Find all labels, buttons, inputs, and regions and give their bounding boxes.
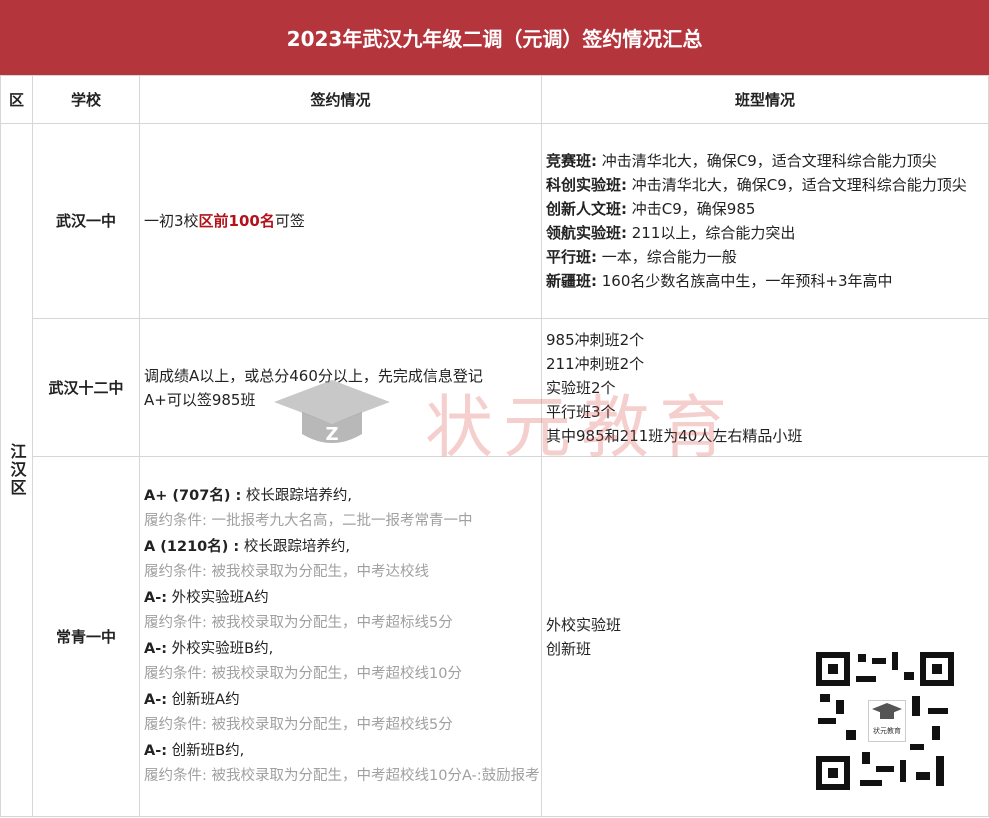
sign-head: A-: bbox=[144, 742, 168, 759]
sign-condition: 履约条件: 被我校录取为分配生，中考超校线10分A-:鼓励报考 bbox=[144, 768, 540, 784]
qr-logo: 状元教育 bbox=[868, 700, 906, 742]
list-item: 985冲刺班2个 bbox=[546, 330, 645, 349]
sign-cell: 调成绩A以上，或总分460分以上，先完成信息登记 A+可以签985班 bbox=[139, 318, 542, 457]
class-desc: 冲击清华北大，确保C9，适合文理科综合能力顶尖 bbox=[627, 176, 967, 194]
school-name: 武汉十二中 bbox=[32, 318, 140, 457]
qr-code: 状元教育 bbox=[812, 648, 958, 794]
page-title: 2023年武汉九年级二调（元调）签约情况汇总 bbox=[0, 0, 989, 75]
header-sign: 签约情况 bbox=[139, 75, 542, 124]
class-desc: 160名少数名族高中生，一年预科+3年高中 bbox=[597, 272, 893, 290]
sign-head: A-: bbox=[144, 589, 168, 606]
header-district: 区 bbox=[0, 75, 33, 124]
sign-text: 一初3校 bbox=[144, 212, 199, 230]
sign-text: 创新班B约, bbox=[167, 742, 245, 759]
list-item: 领航实验班: 211以上，综合能力突出 bbox=[546, 221, 988, 245]
sign-text: 校长跟踪培养约, bbox=[239, 538, 350, 555]
list-item: 竞赛班: 冲击清华北大，确保C9，适合文理科综合能力顶尖 bbox=[546, 149, 988, 173]
sign-line: A+可以签985班 bbox=[144, 390, 256, 409]
sign-text: 创新班A约 bbox=[167, 691, 240, 708]
class-desc: 一本，综合能力一般 bbox=[597, 248, 737, 266]
sign-condition: 履约条件: 一批报考九大名高，二批一报考常青一中 bbox=[144, 513, 473, 529]
sign-item: A (1210名) : 校长跟踪培养约, bbox=[144, 535, 541, 561]
class-desc: 211以上，综合能力突出 bbox=[627, 224, 796, 242]
list-item: 新疆班: 160名少数名族高中生，一年预科+3年高中 bbox=[546, 269, 988, 293]
sign-item: A-: 创新班A约 bbox=[144, 688, 541, 714]
school-name: 常青一中 bbox=[32, 456, 140, 817]
sign-condition: 履约条件: 被我校录取为分配生，中考超标线5分 bbox=[144, 615, 453, 631]
graduation-cap-icon bbox=[872, 703, 902, 719]
sign-text: 外校实验班A约 bbox=[167, 589, 269, 606]
class-name: 创新人文班: bbox=[546, 200, 627, 218]
class-name: 平行班: bbox=[546, 248, 597, 266]
sign-condition: 履约条件: 被我校录取为分配生，中考达校线 bbox=[144, 564, 429, 580]
sign-head: A-: bbox=[144, 691, 168, 708]
class-name: 新疆班: bbox=[546, 272, 597, 290]
class-name: 竞赛班: bbox=[546, 152, 597, 170]
class-desc: 冲击C9，确保985 bbox=[627, 200, 756, 218]
sign-head: A-: bbox=[144, 640, 168, 657]
list-item: 平行班: 一本，综合能力一般 bbox=[546, 245, 988, 269]
sign-head: A (1210名) : bbox=[144, 538, 240, 555]
class-desc: 冲击清华北大，确保C9，适合文理科综合能力顶尖 bbox=[597, 152, 937, 170]
qr-finder bbox=[920, 652, 954, 686]
table-row: 江汉区 武汉一中 一初3校区前100名可签 竞赛班: 冲击清华北大，确保C9，适… bbox=[0, 123, 989, 817]
school-name: 武汉一中 bbox=[32, 123, 140, 319]
sign-item: A-: 外校实验班B约, bbox=[144, 637, 541, 663]
qr-finder bbox=[816, 652, 850, 686]
list-item: 平行班3个 bbox=[546, 402, 616, 421]
sign-cell: A+ (707名) : 校长跟踪培养约, 履约条件: 一批报考九大名高，二批一报… bbox=[139, 456, 542, 817]
table-header-row: 区 学校 签约情况 班型情况 bbox=[0, 75, 989, 124]
header-class: 班型情况 bbox=[541, 75, 989, 124]
class-name: 科创实验班: bbox=[546, 176, 627, 194]
sign-condition: 履约条件: 被我校录取为分配生，中考超校线5分 bbox=[144, 717, 453, 733]
sign-item: A-: 外校实验班A约 bbox=[144, 586, 541, 612]
sign-condition: 履约条件: 被我校录取为分配生，中考超校线10分 bbox=[144, 666, 462, 682]
sign-text: 校长跟踪培养约, bbox=[241, 487, 353, 504]
sign-item: A+ (707名) : 校长跟踪培养约, bbox=[144, 484, 541, 510]
list-item: 211冲刺班2个 bbox=[546, 354, 645, 373]
header-school: 学校 bbox=[32, 75, 140, 124]
class-cell: 985冲刺班2个 211冲刺班2个 实验班2个 平行班3个 其中985和211班… bbox=[541, 318, 989, 457]
qr-finder bbox=[816, 756, 850, 790]
sign-highlight: 区前100名 bbox=[198, 212, 275, 230]
qr-logo-text: 状元教育 bbox=[873, 727, 901, 735]
class-cell: 竞赛班: 冲击清华北大，确保C9，适合文理科综合能力顶尖 科创实验班: 冲击清华… bbox=[541, 123, 989, 319]
sign-text: 可签 bbox=[274, 212, 305, 230]
list-item: 实验班2个 bbox=[546, 378, 616, 397]
district-cell: 江汉区 bbox=[0, 123, 33, 817]
sign-item: A-: 创新班B约, bbox=[144, 739, 541, 765]
sign-line: 调成绩A以上，或总分460分以上，先完成信息登记 bbox=[144, 366, 483, 385]
sign-head: A+ (707名) : bbox=[144, 487, 242, 504]
sign-cell: 一初3校区前100名可签 bbox=[139, 123, 542, 319]
sign-text: 外校实验班B约, bbox=[167, 640, 274, 657]
list-item: 其中985和211班为40人左右精品小班 bbox=[546, 426, 803, 445]
list-item: 创新人文班: 冲击C9，确保985 bbox=[546, 197, 988, 221]
class-name: 领航实验班: bbox=[546, 224, 627, 242]
list-item: 科创实验班: 冲击清华北大，确保C9，适合文理科综合能力顶尖 bbox=[546, 173, 988, 197]
district-name: 江汉区 bbox=[7, 443, 27, 497]
table-row: 武汉十二中 调成绩A以上，或总分460分以上，先完成信息登记 A+可以签985班… bbox=[1, 318, 989, 457]
list-item: 外校实验班 bbox=[546, 615, 622, 634]
